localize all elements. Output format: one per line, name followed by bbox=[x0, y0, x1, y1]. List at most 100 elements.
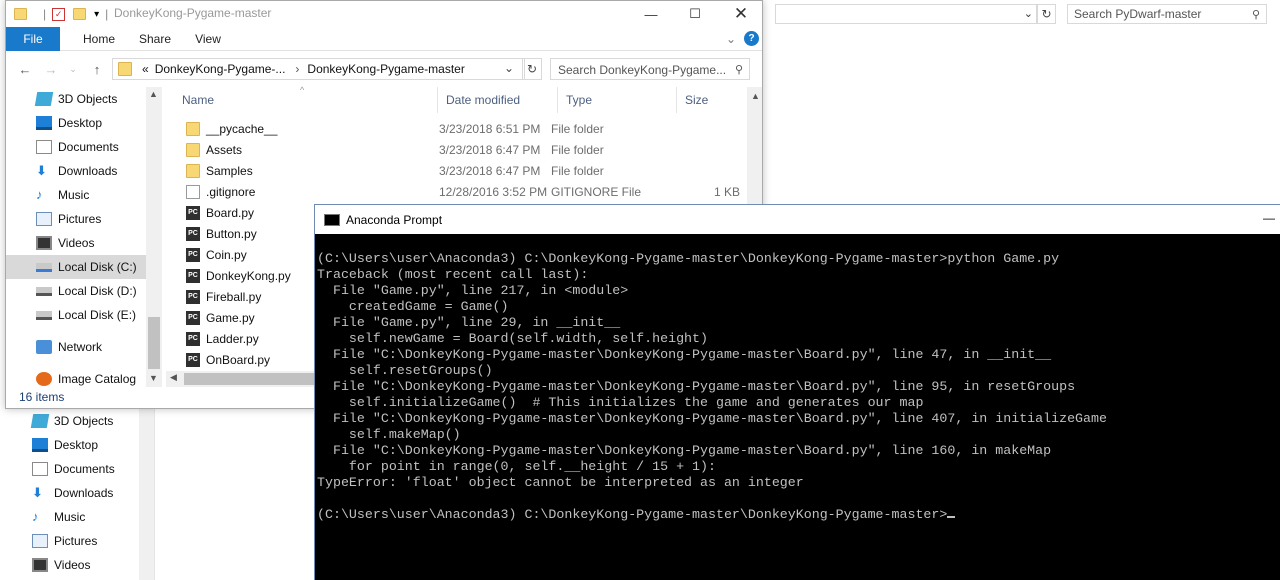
tab-home[interactable]: Home bbox=[72, 27, 126, 51]
column-name[interactable]: Name ^ bbox=[166, 85, 438, 113]
horizontal-scrollbar[interactable]: ◀ bbox=[166, 371, 326, 387]
sidebar-item-local-disk-e[interactable]: Local Disk (E:) bbox=[6, 303, 162, 327]
sidebar-item-label: Image Catalog bbox=[58, 372, 137, 386]
chevron-down-icon: ⌄ bbox=[725, 32, 737, 46]
help-button[interactable]: ? bbox=[744, 31, 759, 46]
sidebar-item-local-disk-c[interactable]: Local Disk (C:) bbox=[6, 255, 162, 279]
customize-toolbar-icon[interactable]: ▾ bbox=[94, 9, 99, 20]
scroll-up-icon[interactable]: ▲ bbox=[149, 89, 158, 99]
column-size[interactable]: Size bbox=[677, 87, 747, 113]
arrow-left-icon: ← bbox=[18, 61, 32, 77]
expand-ribbon-button[interactable]: ⌄ bbox=[722, 27, 740, 51]
chevron-down-icon[interactable]: ⌄ bbox=[504, 61, 514, 75]
new-folder-icon[interactable] bbox=[73, 8, 87, 20]
folder-icon bbox=[186, 121, 200, 136]
address-toolbar: ← → ⌄ ↑ « DonkeyKong-Pygame-... › Donkey… bbox=[6, 53, 762, 85]
refresh-button[interactable]: ↻ bbox=[522, 58, 542, 80]
sidebar-item-downloads[interactable]: ⬇ Downloads bbox=[6, 159, 162, 183]
file-name: Fireball.py bbox=[206, 289, 262, 304]
sidebar-item-label: Downloads bbox=[58, 164, 118, 178]
file-icon bbox=[186, 184, 200, 199]
sidebar-item-videos[interactable]: Videos bbox=[0, 553, 154, 577]
close-button[interactable]: ✕ bbox=[718, 1, 762, 27]
tab-view[interactable]: View bbox=[186, 27, 230, 51]
desktop-icon bbox=[32, 438, 48, 452]
sidebar-item-label: Network bbox=[58, 340, 103, 354]
image-catalog-icon bbox=[36, 372, 52, 386]
sidebar-item-downloads[interactable]: ⬇ Downloads bbox=[0, 481, 154, 505]
minimize-button[interactable]: — bbox=[1263, 211, 1275, 225]
sidebar-item-documents[interactable]: Documents bbox=[0, 457, 154, 481]
background-address-bar[interactable]: ⌄ bbox=[775, 4, 1037, 24]
sidebar-item-pictures[interactable]: Pictures bbox=[6, 207, 162, 231]
search-icon: ⚲ bbox=[1251, 9, 1260, 21]
console-line: File "C:\DonkeyKong-Pygame-master\Donkey… bbox=[317, 411, 1107, 426]
maximize-button[interactable]: ☐ bbox=[672, 1, 718, 27]
anaconda-prompt-window[interactable]: Anaconda Prompt — (C:\Users\user\Anacond… bbox=[314, 204, 1280, 580]
sidebar-item-videos[interactable]: Videos bbox=[6, 231, 162, 255]
file-row[interactable]: __pycache__ 3/23/2018 6:51 PM File folder bbox=[166, 118, 762, 139]
up-button[interactable]: ↑ bbox=[88, 60, 106, 78]
file-name: Button.py bbox=[206, 226, 257, 241]
help-icon: ? bbox=[748, 33, 755, 44]
scroll-up-icon[interactable]: ▲ bbox=[751, 91, 760, 101]
prompt-title: Anaconda Prompt bbox=[346, 212, 443, 227]
sidebar-item-desktop[interactable]: Desktop bbox=[6, 111, 162, 135]
scroll-thumb[interactable] bbox=[148, 317, 160, 369]
console-line: Traceback (most recent call last): bbox=[317, 267, 589, 282]
chevron-down-icon: ⌄ bbox=[69, 63, 77, 74]
arrow-up-icon: ↑ bbox=[93, 61, 101, 77]
breadcrumb-parent[interactable]: DonkeyKong-Pygame-... bbox=[155, 62, 286, 76]
file-name-cell: .gitignore bbox=[166, 184, 431, 199]
file-name: Game.py bbox=[206, 310, 255, 325]
sidebar-item-documents[interactable]: Documents bbox=[6, 135, 162, 159]
forward-button[interactable]: → bbox=[42, 60, 60, 78]
back-button[interactable]: ← bbox=[16, 60, 34, 78]
sidebar-item-music[interactable]: ♪ Music bbox=[0, 505, 154, 529]
sidebar-item-image-catalog[interactable]: Image Catalog bbox=[6, 367, 162, 391]
console-line: self.resetGroups() bbox=[317, 363, 493, 378]
address-bar[interactable]: « DonkeyKong-Pygame-... › DonkeyKong-Pyg… bbox=[112, 58, 525, 80]
breadcrumb-separator-icon[interactable]: › bbox=[295, 62, 299, 76]
divider: | bbox=[43, 7, 47, 21]
videos-icon bbox=[32, 558, 48, 572]
scroll-left-icon[interactable]: ◀ bbox=[170, 372, 177, 383]
column-date-modified[interactable]: Date modified bbox=[438, 87, 558, 113]
tab-share[interactable]: Share bbox=[130, 27, 180, 51]
sidebar-item-3d-objects[interactable]: 3D Objects bbox=[6, 87, 162, 111]
breadcrumb-overflow[interactable]: « bbox=[142, 62, 149, 76]
sidebar-item-local-disk-d[interactable]: Local Disk (D:) bbox=[6, 279, 162, 303]
navigation-scrollbar[interactable]: ▲ ▼ bbox=[146, 87, 162, 387]
console-line: createdGame = Game() bbox=[317, 299, 509, 314]
scroll-thumb[interactable] bbox=[184, 373, 324, 385]
minimize-button[interactable]: — bbox=[628, 1, 674, 27]
sidebar-item-desktop[interactable]: Desktop bbox=[0, 433, 154, 457]
background-refresh-button[interactable]: ↻ bbox=[1037, 4, 1056, 24]
chevron-down-icon[interactable]: ⌄ bbox=[1024, 7, 1033, 20]
console-output[interactable]: (C:\Users\user\Anaconda3) C:\DonkeyKong-… bbox=[317, 251, 1277, 523]
sidebar-item-label: Documents bbox=[54, 462, 115, 476]
console-line: TypeError: 'float' object cannot be inte… bbox=[317, 475, 804, 490]
text-cursor bbox=[947, 516, 956, 518]
file-row[interactable]: Assets 3/23/2018 6:47 PM File folder bbox=[166, 139, 762, 160]
recent-locations-button[interactable]: ⌄ bbox=[64, 60, 82, 78]
column-type[interactable]: Type bbox=[558, 87, 677, 113]
sidebar-item-3d-objects[interactable]: 3D Objects bbox=[0, 409, 154, 433]
file-row[interactable]: .gitignore 12/28/2016 3:52 PM GITIGNORE Fi… bbox=[166, 181, 762, 202]
background-nav-scrollbar[interactable] bbox=[139, 409, 154, 580]
search-input[interactable]: Search DonkeyKong-Pygame... ⚲ bbox=[550, 58, 750, 80]
sidebar-item-network[interactable]: Network bbox=[6, 335, 162, 359]
sidebar-item-music[interactable]: ♪ Music bbox=[6, 183, 162, 207]
console-line: for point in range(0, self.__height / 15… bbox=[317, 459, 716, 474]
file-date: 3/23/2018 6:51 PM bbox=[439, 121, 541, 136]
file-row[interactable]: Samples 3/23/2018 6:47 PM File folder bbox=[166, 160, 762, 181]
tab-file[interactable]: File bbox=[6, 27, 60, 51]
background-search-input[interactable]: Search PyDwarf-master ⚲ bbox=[1067, 4, 1267, 24]
properties-icon[interactable]: ✓ bbox=[52, 7, 66, 21]
pictures-icon bbox=[36, 212, 52, 226]
scroll-down-icon[interactable]: ▼ bbox=[149, 373, 158, 383]
breadcrumb-current[interactable]: DonkeyKong-Pygame-master bbox=[307, 62, 464, 76]
sidebar-item-pictures[interactable]: Pictures bbox=[0, 529, 154, 553]
folder-icon bbox=[186, 163, 200, 178]
ribbon-tabs: File Home Share View ⌄ ? bbox=[6, 27, 762, 51]
